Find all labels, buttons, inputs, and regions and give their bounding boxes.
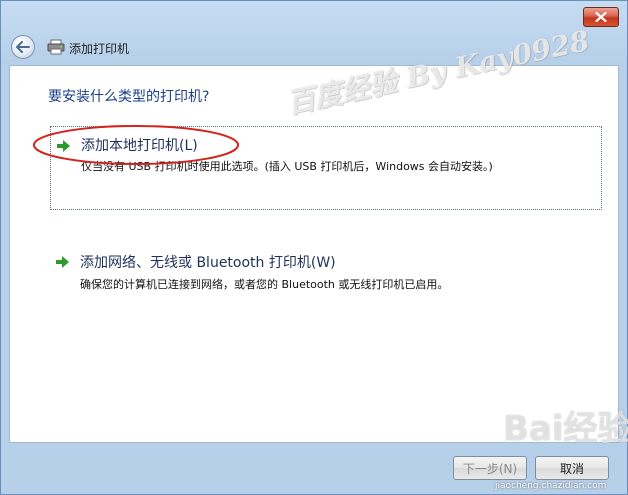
add-local-printer-option[interactable]: 添加本地打印机(L) 仅当没有 USB 打印机时使用此选项。(插入 USB 打印… <box>50 126 602 210</box>
green-arrow-icon <box>57 140 70 152</box>
site-watermark: jiaocheng.chazidian.com <box>495 481 607 491</box>
next-button[interactable]: 下一步(N) <box>453 456 527 480</box>
option-title: 添加本地打印机(L) <box>81 138 198 154</box>
option-description: 确保您的计算机已连接到网络，或者您的 Bluetooth 或无线打印机已启用。 <box>80 278 449 291</box>
option-title: 添加网络、无线或 Bluetooth 打印机(W) <box>80 255 336 271</box>
printer-icon <box>47 39 65 55</box>
back-arrow-icon <box>16 41 30 53</box>
cancel-button[interactable]: 取消 <box>535 456 609 480</box>
close-button[interactable] <box>583 7 619 27</box>
add-printer-window: 添加打印机 要安装什么类型的打印机? 添加本地打印机(L) 仅当没有 USB 打… <box>0 0 628 495</box>
wizard-title: 添加打印机 <box>69 42 130 56</box>
wizard-content: 要安装什么类型的打印机? 添加本地打印机(L) 仅当没有 USB 打印机时使用此… <box>9 65 619 443</box>
baidu-watermark: Bai经验 <box>503 409 628 449</box>
back-button[interactable] <box>11 35 35 59</box>
title-bar <box>1 1 627 29</box>
option-description: 仅当没有 USB 打印机时使用此选项。(插入 USB 打印机后，Windows … <box>81 160 493 173</box>
green-arrow-icon <box>56 256 69 268</box>
page-heading: 要安装什么类型的打印机? <box>48 89 210 105</box>
close-icon <box>595 12 607 22</box>
add-network-printer-option[interactable]: 添加网络、无线或 Bluetooth 打印机(W) 确保您的计算机已连接到网络，… <box>50 244 602 296</box>
